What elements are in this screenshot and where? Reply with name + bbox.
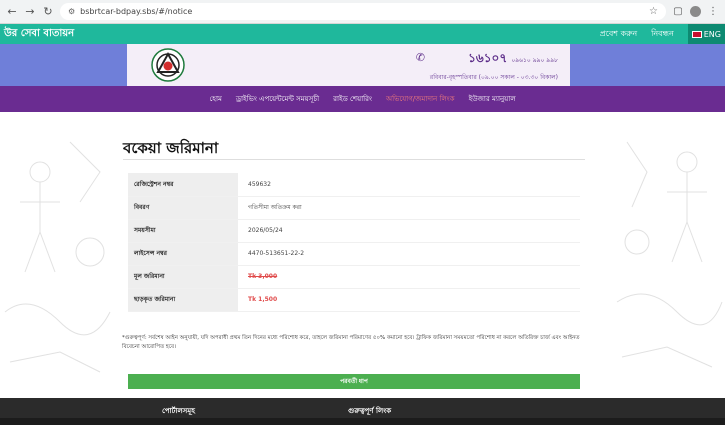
next-step-button[interactable]: পরবর্তী ধাপ [128, 374, 580, 389]
extensions-icon[interactable]: ▢ [672, 6, 684, 17]
table-row: মূল জরিমানা Tk 3,000 [128, 265, 580, 289]
hotline-alt-number: ০৯৬১০ ৯৯০ ৯৯৮ [511, 57, 558, 64]
nav-home[interactable]: হোম [209, 93, 221, 105]
language-switch[interactable]: ENG [687, 24, 725, 44]
table-row: লাইসেন্স নম্বর 4470-513651-22-2 [128, 242, 580, 266]
table-row: ছাড়কৃত জরিমানা Tk 1,500 [128, 288, 580, 312]
row-label: রেজিস্ট্রেশন নম্বর [128, 173, 238, 197]
discounted-fine: Tk 1,500 [238, 288, 580, 312]
browser-toolbar: ← → ↻ ⚙ bsbrtcar-bdpay.sbs/#/notice ☆ ▢ … [0, 0, 725, 24]
row-label: ছাড়কৃত জরিমানা [128, 288, 238, 312]
address-bar[interactable]: ⚙ bsbrtcar-bdpay.sbs/#/notice ☆ [60, 3, 666, 20]
nav-user-manual[interactable]: ইউজার ম্যানুয়াল [469, 93, 516, 105]
site-info-icon[interactable]: ⚙ [68, 7, 75, 16]
nav-driving-schedule[interactable]: ড্রাইভিং এপয়েন্টমেন্ট সময়সূচী [236, 93, 319, 105]
menu-icon[interactable]: ⋮ [707, 6, 719, 17]
row-label: লাইসেন্স নম্বর [128, 242, 238, 266]
footer-links-heading: গুরুত্বপূর্ণ লিংক [348, 407, 392, 415]
header-panel: ✆ ১৬১০৭ ০৯৬১০ ৯৯০ ৯৯৮ রবিবার-বৃহস্পতিবার… [127, 44, 570, 86]
profile-avatar[interactable] [690, 6, 701, 17]
registration-number: 459632 [238, 173, 580, 197]
register-link[interactable]: নিবন্ধন [651, 28, 674, 41]
footer-portals-heading: পোর্টালসমূহ [162, 407, 195, 415]
row-label: মূল জরিমানা [128, 265, 238, 289]
header: ✆ ১৬১০৭ ০৯৬১০ ৯৯০ ৯৯৮ রবিবার-বৃহস্পতিবার… [0, 44, 725, 86]
brta-logo-icon[interactable] [151, 48, 185, 82]
important-note: *গুরুত্বপূর্ণ: সর্বশেষ আইন অনুযায়ী, যদি… [122, 335, 580, 350]
table-row: রেজিস্ট্রেশন নম্বর 459632 [128, 173, 580, 197]
decorative-sketch-left [4, 141, 111, 373]
nav-ride-sharing[interactable]: রাইড শেয়ারিং [333, 93, 372, 105]
office-hours: রবিবার-বৃহস্পতিবার (০৯.০০ সকাল - ০৩.৩০ ব… [429, 74, 558, 81]
site-title: উর সেবা বাতায়ন [4, 27, 75, 39]
hotline-number: ১৬১০৭ [468, 51, 508, 65]
os-taskbar [0, 418, 725, 425]
row-label: বিবরণ [128, 196, 238, 220]
page-background: বকেয়া জরিমানা রেজিস্ট্রেশন নম্বর 459632… [0, 112, 725, 398]
phone-icon: ✆ [415, 51, 426, 64]
top-bar: উর সেবা বাতায়ন প্রবেশ করুন নিবন্ধন ENG [0, 24, 725, 44]
reload-icon[interactable]: ↻ [42, 5, 54, 18]
hotline-block: ✆ ১৬১০৭ ০৯৬১০ ৯৯০ ৯৯৮ রবিবার-বৃহস্পতিবার… [416, 50, 558, 83]
nav-complaint-link[interactable]: অভিযোগ/জমাদান লিংক [386, 93, 455, 105]
title-divider [123, 159, 585, 160]
flag-icon [691, 30, 702, 38]
row-label: সময়সীমা [128, 219, 238, 243]
forward-icon[interactable]: → [24, 5, 36, 18]
fine-details-table: রেজিস্ট্রেশন নম্বর 459632 বিবরণ গতিসীমা … [128, 173, 580, 312]
table-row: সময়সীমা 2026/05/24 [128, 219, 580, 243]
language-label: ENG [703, 29, 721, 39]
address-text: bsbrtcar-bdpay.sbs/#/notice [80, 7, 193, 16]
footer: পোর্টালসমূহ গুরুত্বপূর্ণ লিংক [0, 398, 725, 418]
bookmark-star-icon[interactable]: ☆ [649, 6, 658, 17]
back-icon[interactable]: ← [6, 5, 18, 18]
original-fine: Tk 3,000 [238, 265, 580, 289]
decorative-sketch-right [616, 141, 723, 368]
license-number: 4470-513651-22-2 [238, 242, 580, 266]
main-nav: হোম ড্রাইভিং এপয়েন্টমেন্ট সময়সূচী রাইড… [0, 86, 725, 112]
description-value: গতিসীমা অতিক্রম করা [238, 196, 580, 220]
login-link[interactable]: প্রবেশ করুন [600, 28, 637, 41]
fine-card: বকেয়া জরিমানা রেজিস্ট্রেশন নম্বর 459632… [118, 128, 590, 398]
deadline-value: 2026/05/24 [238, 219, 580, 243]
table-row: বিবরণ গতিসীমা অতিক্রম করা [128, 196, 580, 220]
